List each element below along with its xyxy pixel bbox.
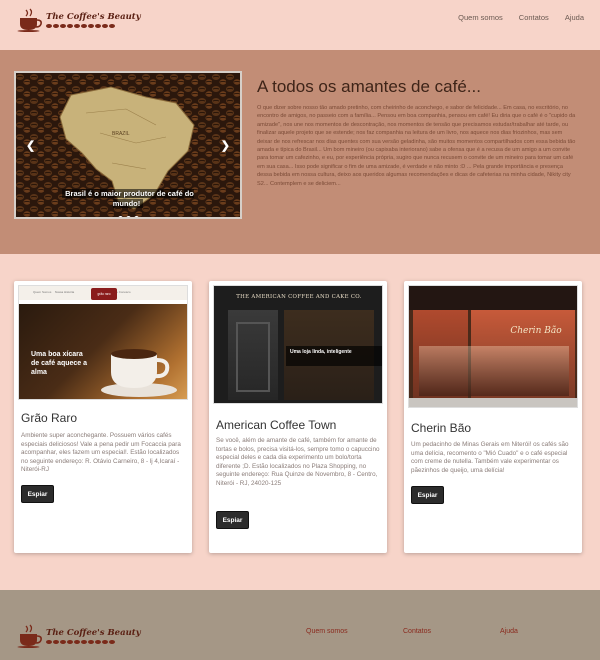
store-window (236, 322, 270, 392)
espiar-button[interactable]: Espiar (21, 485, 54, 503)
store-sign: Cherin Bão (510, 326, 562, 336)
svg-text:BRAZIL: BRAZIL (112, 131, 130, 137)
grao-raro-image: Quem Somos Nossa História Menu Online Fa… (18, 285, 188, 400)
footer-brand-name: The Coffee's Beauty (46, 628, 141, 638)
footer-nav-item-contatos[interactable]: Contatos (403, 628, 431, 635)
cafe-card-grao-raro: Quem Somos Nossa História Menu Online Fa… (14, 281, 192, 553)
footer-nav-item-quem-somos[interactable]: Quem somos (306, 628, 348, 635)
site-footer: The Coffee's Beauty Quem somos Contatos … (0, 590, 600, 660)
coffee-cup-icon (17, 624, 43, 648)
card-title: Cherin Bão (411, 421, 472, 435)
carousel-dot-2[interactable] (126, 216, 131, 217)
nav-item-contatos[interactable]: Contatos (519, 13, 549, 22)
american-coffee-overlay-text: Uma loja linda, inteligente (290, 349, 352, 355)
carousel-caption: Brasil é o maior produtor de café do mun… (56, 189, 200, 209)
hero-section: BRAZIL ❮ ❯ Brasil é o maior produtor de … (0, 50, 600, 254)
coffee-beans-icon (46, 640, 141, 644)
carousel-dot-3[interactable] (134, 216, 139, 217)
card-text: Ambiente super aconchegante. Possuem vár… (21, 432, 181, 474)
chevron-right-icon[interactable]: ❯ (221, 139, 230, 152)
site-nav-link: Nossa História (54, 290, 75, 294)
hero-title: A todos os amantes de café... (257, 77, 481, 96)
espiar-button[interactable]: Espiar (411, 486, 444, 504)
hero-text: O que dizer sobre nosso tão amado pretin… (257, 105, 576, 187)
espiar-button[interactable]: Espiar (216, 511, 249, 529)
coffee-cup-icon (17, 8, 43, 32)
grao-raro-logo: grão raro (91, 288, 117, 300)
store-sign: THE AMERICAN COFFEE AND CAKE CO. (236, 294, 362, 300)
main-nav: Quem somos Contatos Ajuda (442, 13, 584, 22)
site-header: The Coffee's Beauty Quem somos Contatos … (0, 0, 600, 50)
cherin-bao-image: Cherin Bão (408, 285, 578, 408)
american-coffee-town-image: THE AMERICAN COFFEE AND CAKE CO. Uma loj… (213, 285, 383, 404)
card-title: American Coffee Town (216, 418, 337, 432)
cafe-card-american-coffee-town: THE AMERICAN COFFEE AND CAKE CO. Uma loj… (209, 281, 387, 553)
card-title: Grão Raro (21, 411, 78, 425)
hero-carousel[interactable]: BRAZIL ❮ ❯ Brasil é o maior produtor de … (14, 71, 242, 219)
carousel-indicators (118, 216, 139, 217)
nav-item-quem-somos[interactable]: Quem somos (458, 13, 503, 22)
card-text: Um pedacinho de Minas Gerais em Niterói!… (411, 441, 569, 474)
coffee-beans-icon (46, 24, 141, 28)
chevron-left-icon[interactable]: ❮ (26, 139, 35, 152)
card-text: Se você, além de amante de café, também … (216, 437, 380, 487)
store-floor (409, 398, 577, 407)
footer-nav-item-ajuda[interactable]: Ajuda (500, 628, 518, 635)
cafe-card-cherin-bao: Cherin Bão Cherin Bão Um pedacinho de Mi… (404, 281, 582, 553)
grao-raro-overlay-text: Uma boa xícara de café aquece a alma (31, 351, 88, 376)
brand-logo[interactable]: The Coffee's Beauty (17, 8, 141, 32)
brand-name: The Coffee's Beauty (46, 12, 141, 22)
footer-brand-logo[interactable]: The Coffee's Beauty (17, 624, 141, 648)
site-nav-link: Quem Somos (33, 290, 52, 294)
nav-item-ajuda[interactable]: Ajuda (565, 13, 584, 22)
carousel-dot-1[interactable] (118, 216, 123, 217)
